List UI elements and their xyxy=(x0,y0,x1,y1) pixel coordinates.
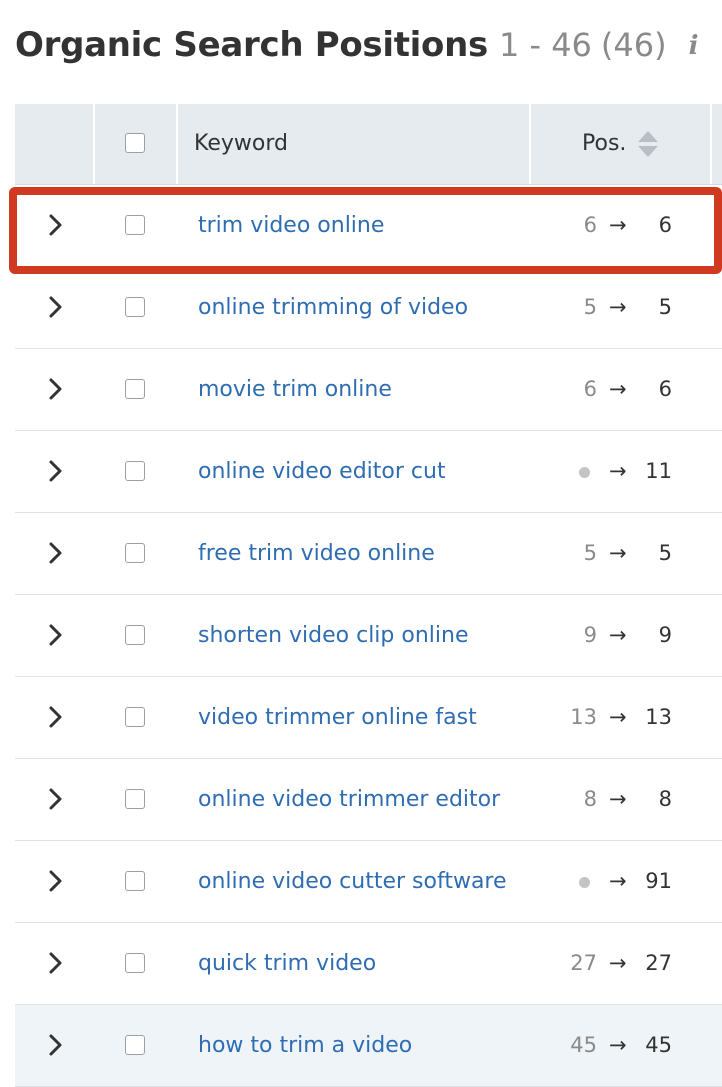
table-row[interactable]: video trimmer online fast 13 → 13 xyxy=(15,677,722,759)
sort-icon[interactable] xyxy=(637,129,659,159)
current-position: 27 xyxy=(645,951,672,975)
table-row[interactable]: online video trimmer editor 8 → 8 xyxy=(15,759,722,841)
previous-position: 45 xyxy=(570,1033,597,1057)
previous-position: 9 xyxy=(583,623,597,647)
expand-chevron-icon[interactable] xyxy=(44,868,66,894)
expand-chevron-icon[interactable] xyxy=(44,376,66,402)
row-checkbox[interactable] xyxy=(125,543,145,563)
row-checkbox[interactable] xyxy=(125,707,145,727)
current-position: 6 xyxy=(658,377,672,401)
expand-chevron-icon[interactable] xyxy=(44,294,66,320)
keyword-link[interactable]: movie trim online xyxy=(198,349,392,430)
select-all-checkbox[interactable] xyxy=(125,133,145,153)
table-body: trim video online 6 → 6 online trimming of v… xyxy=(15,185,722,1087)
expand-chevron-icon[interactable] xyxy=(44,458,66,484)
column-divider xyxy=(93,104,95,184)
table-row[interactable]: quick trim video 27 → 27 xyxy=(15,923,722,1005)
previous-position: 27 xyxy=(570,951,597,975)
row-checkbox[interactable] xyxy=(125,215,145,235)
previous-position: 6 xyxy=(583,213,597,237)
current-position: 13 xyxy=(645,705,672,729)
row-checkbox[interactable] xyxy=(125,625,145,645)
expand-chevron-icon[interactable] xyxy=(44,704,66,730)
keyword-link[interactable]: online trimming of video xyxy=(198,267,468,348)
table-row[interactable]: shorten video clip online 9 → 9 xyxy=(15,595,722,677)
current-position: 45 xyxy=(645,1033,672,1057)
keyword-link[interactable]: video trimmer online fast xyxy=(198,677,477,758)
previous-position: 13 xyxy=(570,705,597,729)
keyword-link[interactable]: online video cutter software xyxy=(198,841,507,922)
position-arrow-icon: → xyxy=(609,541,627,565)
keyword-link[interactable]: shorten video clip online xyxy=(198,595,468,676)
result-range: 1 - 46 xyxy=(498,26,592,64)
position-arrow-icon: → xyxy=(609,213,627,237)
table-row[interactable]: free trim video online 5 → 5 xyxy=(15,513,722,595)
expand-chevron-icon[interactable] xyxy=(44,540,66,566)
position-arrow-icon: → xyxy=(609,869,627,893)
table-row[interactable]: movie trim online 6 → 6 xyxy=(15,349,722,431)
table-row[interactable]: online trimming of video 5 → 5 xyxy=(15,267,722,349)
current-position: 91 xyxy=(645,869,672,893)
position-arrow-icon: → xyxy=(609,951,627,975)
current-position: 5 xyxy=(658,541,672,565)
current-position: 8 xyxy=(658,787,672,811)
position-arrow-icon: → xyxy=(609,1033,627,1057)
expand-chevron-icon[interactable] xyxy=(44,212,66,238)
table-row[interactable]: how to trim a video 45 → 45 xyxy=(15,1005,722,1087)
keyword-link[interactable]: online video editor cut xyxy=(198,431,446,512)
expand-chevron-icon[interactable] xyxy=(44,622,66,648)
current-position: 9 xyxy=(658,623,672,647)
expand-chevron-icon[interactable] xyxy=(44,950,66,976)
table-row[interactable]: online video editor cut → 11 xyxy=(15,431,722,513)
current-position: 11 xyxy=(645,459,672,483)
position-arrow-icon: → xyxy=(609,787,627,811)
expand-chevron-icon[interactable] xyxy=(44,786,66,812)
table-header: Keyword Pos. xyxy=(15,104,722,185)
keyword-link[interactable]: quick trim video xyxy=(198,923,376,1004)
previous-position: 5 xyxy=(583,295,597,319)
new-position-dot-icon xyxy=(579,877,590,888)
row-checkbox[interactable] xyxy=(125,461,145,481)
keyword-link[interactable]: free trim video online xyxy=(198,513,435,594)
column-header-position[interactable]: Pos. xyxy=(582,104,626,184)
position-arrow-icon: → xyxy=(609,377,627,401)
keyword-link[interactable]: how to trim a video xyxy=(198,1005,412,1086)
previous-position: 8 xyxy=(583,787,597,811)
position-arrow-icon: → xyxy=(609,295,627,319)
column-divider xyxy=(529,104,531,184)
position-arrow-icon: → xyxy=(609,459,627,483)
row-checkbox[interactable] xyxy=(125,379,145,399)
table-row[interactable]: online video cutter software → 91 xyxy=(15,841,722,923)
row-checkbox[interactable] xyxy=(125,871,145,891)
column-header-keyword[interactable]: Keyword xyxy=(194,104,288,184)
row-checkbox[interactable] xyxy=(125,297,145,317)
position-arrow-icon: → xyxy=(609,705,627,729)
row-checkbox[interactable] xyxy=(125,789,145,809)
previous-position: 5 xyxy=(583,541,597,565)
position-arrow-icon: → xyxy=(609,623,627,647)
new-position-dot-icon xyxy=(579,467,590,478)
positions-table: Keyword Pos. trim video online 6 → 6 online … xyxy=(15,104,722,1087)
previous-position: 6 xyxy=(583,377,597,401)
current-position: 5 xyxy=(658,295,672,319)
result-count: (46) xyxy=(600,26,667,64)
keyword-link[interactable]: online video trimmer editor xyxy=(198,759,500,840)
column-divider xyxy=(176,104,178,184)
keyword-link[interactable]: trim video online xyxy=(198,185,384,266)
page-title: Organic Search Positions xyxy=(15,25,488,65)
info-icon[interactable]: i xyxy=(689,31,699,61)
row-checkbox[interactable] xyxy=(125,953,145,973)
table-row[interactable]: trim video online 6 → 6 xyxy=(15,185,722,267)
column-divider xyxy=(710,104,712,184)
report-header: Organic Search Positions 1 - 46 (46) i xyxy=(15,20,698,70)
expand-chevron-icon[interactable] xyxy=(44,1032,66,1058)
row-checkbox[interactable] xyxy=(125,1035,145,1055)
current-position: 6 xyxy=(658,213,672,237)
